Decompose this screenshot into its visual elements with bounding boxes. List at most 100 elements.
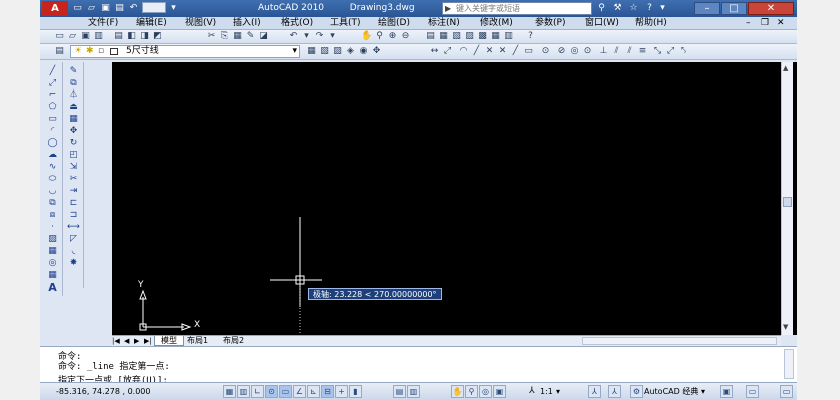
menu-dimension[interactable]: 标注(N) bbox=[428, 18, 460, 29]
dim-angular-icon[interactable]: ▭ bbox=[523, 46, 534, 57]
ellipse-icon[interactable]: ⬭ bbox=[46, 174, 59, 184]
dim-break-icon[interactable]: ⊥ bbox=[598, 46, 609, 57]
horizontal-scrollbar[interactable] bbox=[582, 337, 777, 345]
menu-insert[interactable]: 插入(I) bbox=[233, 18, 261, 29]
copy-object-icon[interactable]: ⧉ bbox=[67, 78, 80, 88]
scroll-down-icon[interactable]: ▼ bbox=[783, 323, 788, 331]
dim-quick-icon[interactable]: ⊙ bbox=[540, 46, 551, 57]
menu-file[interactable]: 文件(F) bbox=[88, 18, 118, 29]
vertical-scrollbar[interactable]: ▲ ▼ bbox=[781, 62, 793, 335]
dim-arc-icon[interactable]: ◠ bbox=[458, 46, 469, 57]
qa-open-icon[interactable]: ▱ bbox=[86, 3, 97, 14]
zoom-previous-icon[interactable]: ⊖ bbox=[400, 31, 411, 42]
make-block-icon[interactable]: ⧈ bbox=[46, 210, 59, 220]
calculator-icon[interactable]: ▦ bbox=[490, 31, 501, 42]
workspace-name[interactable]: AutoCAD 经典 bbox=[644, 387, 698, 397]
markup-icon[interactable]: ▩ bbox=[477, 31, 488, 42]
qa-undo-icon[interactable]: ↶ bbox=[128, 3, 139, 14]
copy-icon[interactable]: ⎘ bbox=[219, 31, 230, 42]
circle-icon[interactable]: ◯ bbox=[46, 138, 59, 148]
break-icon[interactable]: ⊐ bbox=[67, 210, 80, 220]
scroll-thumb[interactable] bbox=[783, 197, 792, 207]
tool-palette-icon[interactable]: ▧ bbox=[451, 31, 462, 42]
chamfer-icon[interactable]: ◸ bbox=[67, 234, 80, 244]
explode-icon[interactable]: ✸ bbox=[67, 258, 80, 268]
minimize-button[interactable]: – bbox=[694, 2, 720, 15]
rotate-icon[interactable]: ↻ bbox=[67, 138, 80, 148]
center-mark-icon[interactable]: ⫽ bbox=[624, 46, 635, 57]
menu-view[interactable]: 视图(V) bbox=[185, 18, 216, 29]
undo-dropdown-icon[interactable]: ▾ bbox=[301, 31, 312, 42]
menu-help[interactable]: 帮助(H) bbox=[635, 18, 667, 29]
favorites-icon[interactable]: ☆ bbox=[628, 3, 639, 14]
layout-icon[interactable]: ▥ bbox=[407, 385, 420, 398]
lock-icon[interactable]: ▣ bbox=[720, 385, 733, 398]
paste-icon[interactable]: ▦ bbox=[232, 31, 243, 42]
menu-draw[interactable]: 绘图(D) bbox=[378, 18, 410, 29]
new-icon[interactable]: ▭ bbox=[54, 31, 65, 42]
point-icon[interactable]: · bbox=[46, 222, 59, 232]
zoom-status-icon[interactable]: ⚲ bbox=[465, 385, 478, 398]
tab-layout2[interactable]: 布局2 bbox=[220, 336, 247, 346]
undo-icon[interactable]: ↶ bbox=[288, 31, 299, 42]
plot-icon[interactable]: ◨ bbox=[139, 31, 150, 42]
menu-format[interactable]: 格式(O) bbox=[281, 18, 313, 29]
redo-dropdown-icon[interactable]: ▾ bbox=[327, 31, 338, 42]
dyn-icon[interactable]: ⊟ bbox=[321, 385, 334, 398]
dim-jogged-icon[interactable]: ✕ bbox=[497, 46, 508, 57]
chevron-down-icon[interactable]: ▾ bbox=[168, 3, 179, 14]
qa-save-icon[interactable]: ▣ bbox=[100, 3, 111, 14]
erase-icon[interactable]: ✎ bbox=[67, 66, 80, 76]
rectangle-icon[interactable]: ▭ bbox=[46, 114, 59, 124]
save-icon[interactable]: ▣ bbox=[80, 31, 91, 42]
dim-aligned-icon[interactable]: ⤢ bbox=[442, 46, 453, 57]
layer-match-icon[interactable]: ▨ bbox=[332, 46, 343, 57]
dim-linear-icon[interactable]: ↔ bbox=[429, 46, 440, 57]
etransmit-icon[interactable]: ◩ bbox=[152, 31, 163, 42]
snap-icon[interactable]: ▦ bbox=[223, 385, 236, 398]
dbconnect-icon[interactable]: ▥ bbox=[503, 31, 514, 42]
communication-center-icon[interactable]: ⚒ bbox=[612, 3, 623, 14]
steering-wheel-icon[interactable]: ◎ bbox=[479, 385, 492, 398]
preview-icon[interactable]: ◧ bbox=[126, 31, 137, 42]
tab-prev-icon[interactable]: ◀ bbox=[124, 336, 129, 346]
command-scroll-track[interactable] bbox=[784, 349, 794, 379]
command-window[interactable]: 命令: 命令: _line 指定第一点: 指定下一点或 [放弃(U)]: bbox=[40, 346, 797, 386]
spline-icon[interactable]: ∿ bbox=[46, 162, 59, 172]
print-icon[interactable]: ▤ bbox=[113, 31, 124, 42]
trim-icon[interactable]: ✂ bbox=[67, 174, 80, 184]
fillet-icon[interactable]: ◟ bbox=[67, 246, 80, 256]
insert-block-icon[interactable]: ⧉ bbox=[46, 198, 59, 208]
mtext-icon[interactable]: A bbox=[46, 282, 59, 293]
doc-minimize-icon[interactable]: – bbox=[746, 18, 751, 29]
array-icon[interactable]: ▦ bbox=[67, 114, 80, 124]
join-icon[interactable]: ⟷ bbox=[67, 222, 80, 232]
qp-icon[interactable]: ▮ bbox=[349, 385, 362, 398]
line-icon[interactable]: ╱ bbox=[46, 66, 59, 76]
dim-continue-icon[interactable]: ◎ bbox=[569, 46, 580, 57]
tab-first-icon[interactable]: |◀ bbox=[112, 336, 120, 346]
otrack-icon[interactable]: ∠ bbox=[293, 385, 306, 398]
doc-restore-icon[interactable]: ❐ bbox=[761, 18, 769, 29]
menu-parameters[interactable]: 参数(P) bbox=[535, 18, 565, 29]
tab-model[interactable]: 模型 bbox=[154, 336, 184, 346]
zoom-realtime-icon[interactable]: ⚲ bbox=[374, 31, 385, 42]
offset-icon[interactable]: ⏏ bbox=[67, 102, 80, 112]
properties-icon[interactable]: ▤ bbox=[425, 31, 436, 42]
model-icon[interactable]: ▤ bbox=[393, 385, 406, 398]
menu-modify[interactable]: 修改(M) bbox=[480, 18, 513, 29]
annotation-scale-icon[interactable]: ⅄ bbox=[529, 386, 535, 397]
maximize-button[interactable]: □ bbox=[721, 2, 747, 15]
polygon-icon[interactable]: ⬠ bbox=[46, 102, 59, 112]
dim-space-icon[interactable]: ⊙ bbox=[582, 46, 593, 57]
help-circle-icon[interactable]: ? bbox=[644, 3, 655, 14]
move-icon[interactable]: ✥ bbox=[67, 126, 80, 136]
help-icon[interactable]: ? bbox=[525, 31, 536, 42]
layer-manager-icon[interactable]: ▤ bbox=[54, 46, 65, 57]
layer-previous-icon[interactable]: ▦ bbox=[306, 46, 317, 57]
qa-new-icon[interactable]: ▭ bbox=[72, 3, 83, 14]
dim-radius-icon[interactable]: ✕ bbox=[484, 46, 495, 57]
menu-edit[interactable]: 编辑(E) bbox=[136, 18, 167, 29]
sheetset-icon[interactable]: ▨ bbox=[464, 31, 475, 42]
help-chevron-icon[interactable]: ▾ bbox=[657, 3, 668, 14]
